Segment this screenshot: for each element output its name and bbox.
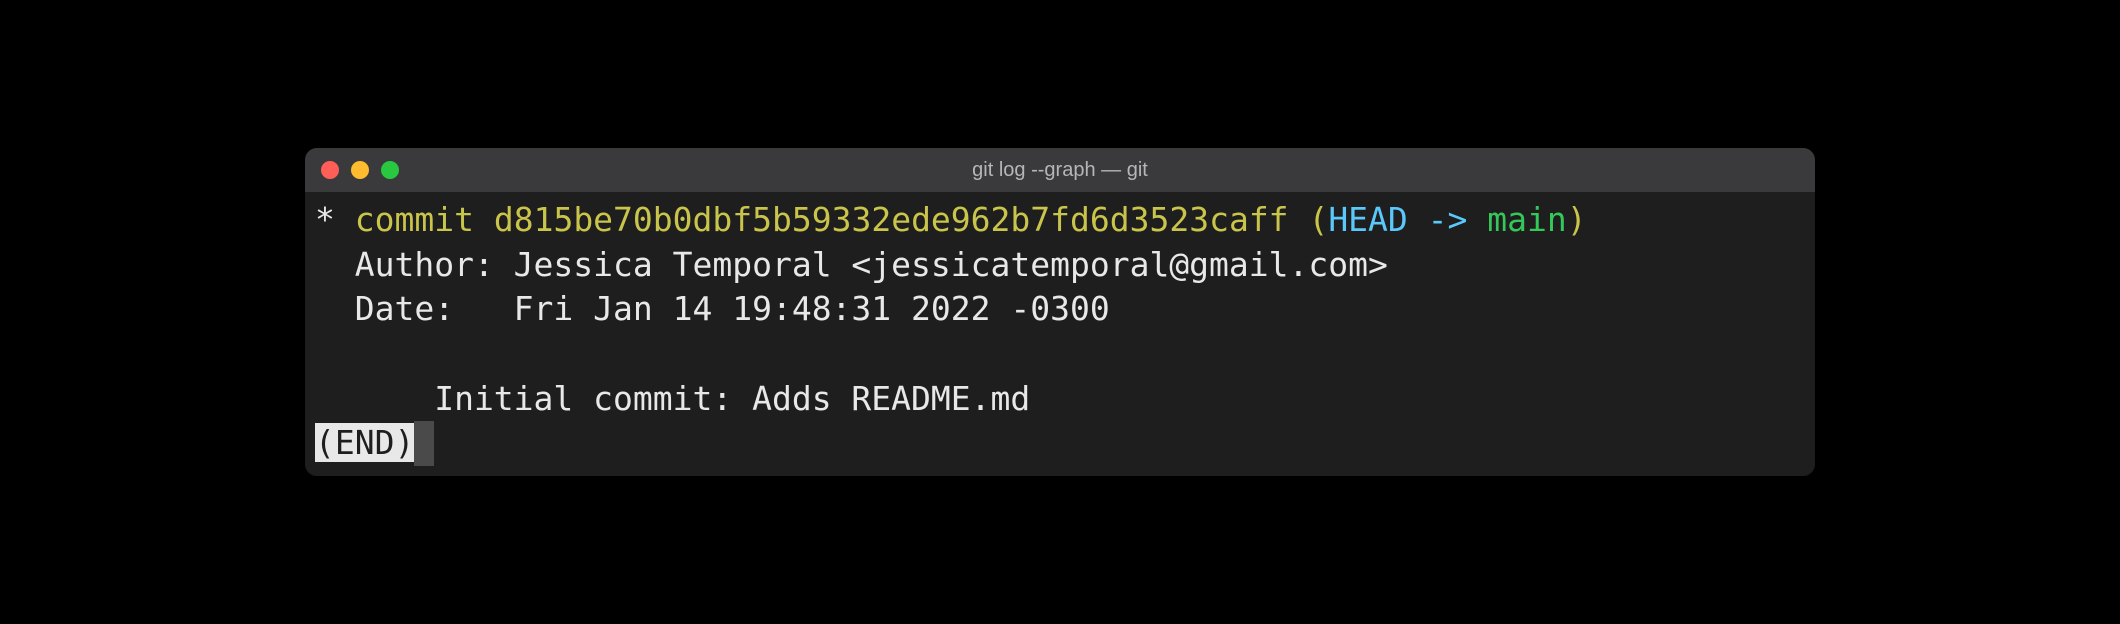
terminal-window: git log --graph — git * commit d815be70b… <box>305 148 1815 475</box>
close-icon[interactable] <box>321 161 339 179</box>
traffic-lights <box>321 161 399 179</box>
terminal-body[interactable]: * commit d815be70b0dbf5b59332ede962b7fd6… <box>305 192 1815 475</box>
commit-hash: d815be70b0dbf5b59332ede962b7fd6d3523caff <box>494 200 1289 239</box>
author-line: Author: Jessica Temporal <jessicatempora… <box>315 245 1388 284</box>
branch-name: main <box>1487 200 1566 239</box>
commit-message: Initial commit: Adds README.md <box>315 379 1030 418</box>
pager-end-marker: (END) <box>315 423 414 462</box>
minimize-icon[interactable] <box>351 161 369 179</box>
title-bar: git log --graph — git <box>305 148 1815 192</box>
commit-label: commit <box>355 200 474 239</box>
ref-paren-open: ( <box>1308 200 1328 239</box>
ref-paren-close: ) <box>1567 200 1587 239</box>
ref-arrow: -> <box>1408 200 1487 239</box>
graph-marker: * <box>315 200 335 239</box>
head-ref: HEAD <box>1328 200 1407 239</box>
date-line: Date: Fri Jan 14 19:48:31 2022 -0300 <box>315 289 1110 328</box>
maximize-icon[interactable] <box>381 161 399 179</box>
window-title: git log --graph — git <box>972 159 1148 182</box>
cursor <box>414 421 434 466</box>
